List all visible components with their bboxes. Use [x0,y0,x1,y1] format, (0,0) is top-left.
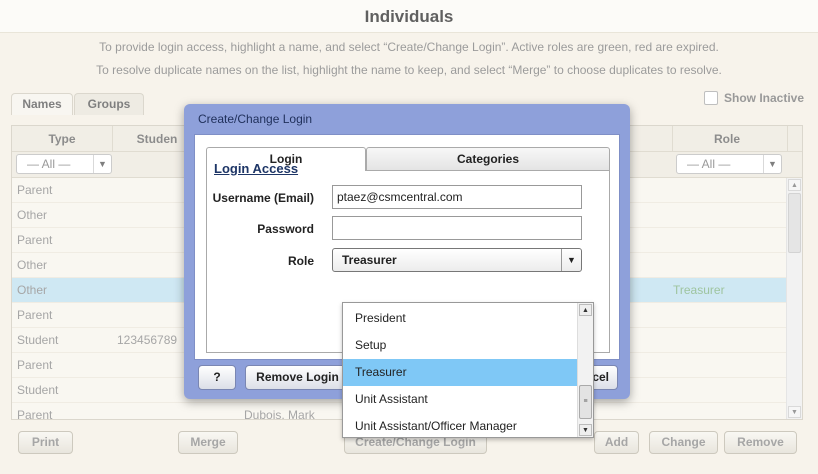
dropdown-scroll-thumb[interactable]: ≡ [579,385,592,419]
password-field[interactable] [332,216,582,240]
scroll-up-icon[interactable]: ▲ [579,304,592,316]
username-label: Username (Email) [212,191,314,205]
role-option[interactable]: Setup [343,332,578,359]
dropdown-scrollbar[interactable]: ▲ ≡ ▼ [577,303,593,437]
role-select[interactable]: Treasurer ▼ [332,248,582,272]
role-option[interactable]: Unit Assistant/Officer Manager [343,413,578,437]
scroll-down-icon[interactable]: ▼ [579,424,592,436]
role-option[interactable]: President [343,305,578,332]
remove-login-button[interactable]: Remove Login [245,365,350,390]
role-label: Role [287,254,314,268]
role-select-value: Treasurer [342,253,397,267]
chevron-down-icon: ▼ [561,249,581,271]
password-label: Password [257,222,314,236]
tab-categories[interactable]: Categories [366,147,610,171]
role-dropdown-list[interactable]: President Setup Treasurer Unit Assistant Uni… [342,302,594,438]
help-button[interactable]: ? [198,365,236,390]
username-field[interactable] [332,185,582,209]
dialog-title: Create/Change Login [198,112,313,126]
login-access-heading: Login Access [214,161,299,176]
role-option[interactable]: Treasurer [343,359,578,386]
role-option[interactable]: Unit Assistant [343,386,578,413]
